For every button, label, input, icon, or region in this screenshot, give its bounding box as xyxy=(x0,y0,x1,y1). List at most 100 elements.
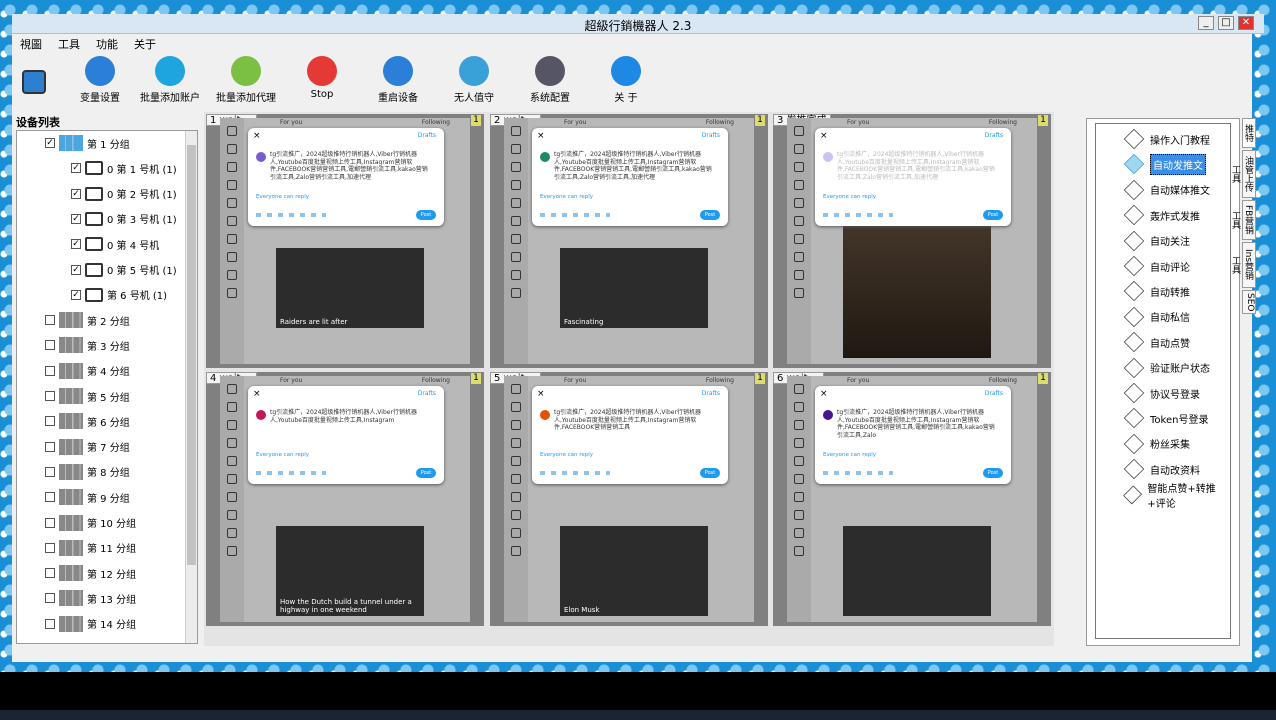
group-checkbox[interactable] xyxy=(45,542,55,553)
compose-tool-icons[interactable] xyxy=(256,471,326,475)
nav-icon[interactable] xyxy=(511,216,521,226)
feed-media[interactable]: Raiders are lit after xyxy=(276,248,424,328)
function-item[interactable]: 自动转推 xyxy=(1123,280,1190,302)
nav-icon[interactable] xyxy=(794,126,804,136)
group-row[interactable]: 第 8 分组 xyxy=(45,462,130,482)
nav-icon[interactable] xyxy=(511,546,521,556)
reply-setting[interactable]: Everyone can reply xyxy=(540,194,593,200)
compose-text[interactable]: tg引流推广，2024超级推特行销机器人,Viber行销机器人,Youtube百… xyxy=(837,409,997,439)
toolbar-button-5[interactable]: 无人值守 xyxy=(436,54,512,106)
function-item[interactable]: Token号登录 xyxy=(1123,407,1208,429)
group-row[interactable]: 第 10 分组 xyxy=(45,513,136,533)
toolbar-button-0[interactable]: 变量设置 xyxy=(68,54,132,106)
group-row[interactable]: 第 12 分组 xyxy=(45,563,136,583)
compose-tool-icons[interactable] xyxy=(823,213,893,217)
function-item[interactable]: 自动媒体推文 xyxy=(1123,179,1210,201)
nav-icon[interactable] xyxy=(794,288,804,298)
device-row[interactable]: ✓ 0 第 2 号机 (1) xyxy=(71,184,177,204)
close-icon[interactable]: × xyxy=(537,389,545,399)
nav-icon[interactable] xyxy=(227,252,237,262)
group-row[interactable]: 第 9 分组 xyxy=(45,487,130,507)
nav-icon[interactable] xyxy=(794,420,804,430)
drafts-link[interactable]: Drafts xyxy=(418,390,436,397)
phone-viewport[interactable]: For you Following Fascinating × Drafts tg引流推广… xyxy=(504,118,754,364)
nav-icon[interactable] xyxy=(227,456,237,466)
nav-icon[interactable] xyxy=(227,528,237,538)
reply-setting[interactable]: Everyone can reply xyxy=(256,452,309,458)
nav-icon[interactable] xyxy=(794,474,804,484)
group-row[interactable]: 第 6 分组 xyxy=(45,411,130,431)
group-checkbox[interactable] xyxy=(45,492,55,503)
compose-text[interactable]: tg引流推广，2024超级推特行销机器人,Viber行销机器人,Youtube百… xyxy=(554,151,714,181)
tab-for-you[interactable]: For you xyxy=(280,377,302,384)
function-item[interactable]: 验证账户状态 xyxy=(1123,357,1210,379)
group-checkbox[interactable] xyxy=(45,517,55,528)
close-button[interactable]: ✕ xyxy=(1238,16,1254,30)
device-row[interactable]: ✓ 第 6 号机 (1) xyxy=(71,285,167,305)
function-item[interactable]: 自动改资料 xyxy=(1123,458,1200,480)
tab-following[interactable]: Following xyxy=(422,119,450,126)
tab-for-you[interactable]: For you xyxy=(564,119,586,126)
reply-setting[interactable]: Everyone can reply xyxy=(823,194,876,200)
minimize-button[interactable]: _ xyxy=(1198,16,1214,30)
feed-media[interactable]: Fascinating xyxy=(560,248,708,328)
function-item[interactable]: 智能点赞+转推+评论 xyxy=(1123,484,1230,510)
nav-icon[interactable] xyxy=(794,402,804,412)
nav-icon[interactable] xyxy=(227,162,237,172)
group-row[interactable]: ✓ 第 1 分组 xyxy=(45,133,130,153)
tab-following[interactable]: Following xyxy=(989,119,1017,126)
group-row[interactable]: 第 4 分组 xyxy=(45,361,130,381)
drafts-link[interactable]: Drafts xyxy=(702,132,720,139)
group-row[interactable]: 第 13 分组 xyxy=(45,588,136,608)
close-icon[interactable]: × xyxy=(253,389,261,399)
compose-tool-icons[interactable] xyxy=(540,213,610,217)
toolbar-button-7[interactable]: 关 于 xyxy=(588,54,664,106)
nav-icon[interactable] xyxy=(511,438,521,448)
group-checkbox[interactable] xyxy=(45,618,55,629)
drafts-link[interactable]: Drafts xyxy=(985,390,1003,397)
nav-icon[interactable] xyxy=(511,252,521,262)
nav-icon[interactable] xyxy=(794,180,804,190)
group-row[interactable]: 第 3 分组 xyxy=(45,335,130,355)
tab-for-you[interactable]: For you xyxy=(847,377,869,384)
compose-tool-icons[interactable] xyxy=(256,213,326,217)
tab-for-you[interactable]: For you xyxy=(280,119,302,126)
close-icon[interactable]: × xyxy=(537,131,545,141)
nav-icon[interactable] xyxy=(511,180,521,190)
menu-view[interactable]: 視圖 xyxy=(20,36,42,52)
device-row[interactable]: ✓ 0 第 3 号机 (1) xyxy=(71,209,177,229)
close-icon[interactable]: × xyxy=(253,131,261,141)
nav-icon[interactable] xyxy=(227,510,237,520)
device-checkbox[interactable]: ✓ xyxy=(71,163,81,174)
feed-media[interactable]: Elon Musk xyxy=(560,526,708,616)
function-item[interactable]: 自动关注 xyxy=(1123,230,1190,252)
nav-icon[interactable] xyxy=(794,546,804,556)
device-checkbox[interactable]: ✓ xyxy=(71,264,81,275)
post-button[interactable]: Post xyxy=(700,210,720,220)
menu-about[interactable]: 关于 xyxy=(134,36,156,52)
nav-icon[interactable] xyxy=(227,198,237,208)
device-checkbox[interactable]: ✓ xyxy=(71,239,81,250)
nav-icon[interactable] xyxy=(794,144,804,154)
group-checkbox[interactable] xyxy=(45,340,55,351)
phone-viewport[interactable]: For you Following Elon Musk × Drafts tg引流推广，2… xyxy=(504,376,754,622)
tree-scrollbar[interactable] xyxy=(185,131,197,643)
compose-tool-icons[interactable] xyxy=(540,471,610,475)
compose-text[interactable]: tg引流推广，2024超级推特行销机器人,Viber行销机器人,Youtube百… xyxy=(270,409,430,424)
close-icon[interactable]: × xyxy=(820,389,828,399)
device-row[interactable]: ✓ 0 第 5 号机 (1) xyxy=(71,260,177,280)
nav-icon[interactable] xyxy=(227,474,237,484)
group-row[interactable]: 第 11 分组 xyxy=(45,538,136,558)
function-item[interactable]: 自动评论 xyxy=(1123,255,1190,277)
nav-icon[interactable] xyxy=(794,252,804,262)
drafts-link[interactable]: Drafts xyxy=(702,390,720,397)
right-tab[interactable]: 推特 xyxy=(1242,118,1256,148)
nav-icon[interactable] xyxy=(227,546,237,556)
group-row[interactable]: 第 2 分组 xyxy=(45,310,130,330)
nav-icon[interactable] xyxy=(227,438,237,448)
nav-icon[interactable] xyxy=(227,126,237,136)
nav-icon[interactable] xyxy=(511,270,521,280)
nav-icon[interactable] xyxy=(794,438,804,448)
nav-icon[interactable] xyxy=(511,510,521,520)
phone-viewport[interactable]: For you Following × Drafts tg引流推广，2024超级推特行销… xyxy=(787,118,1037,364)
